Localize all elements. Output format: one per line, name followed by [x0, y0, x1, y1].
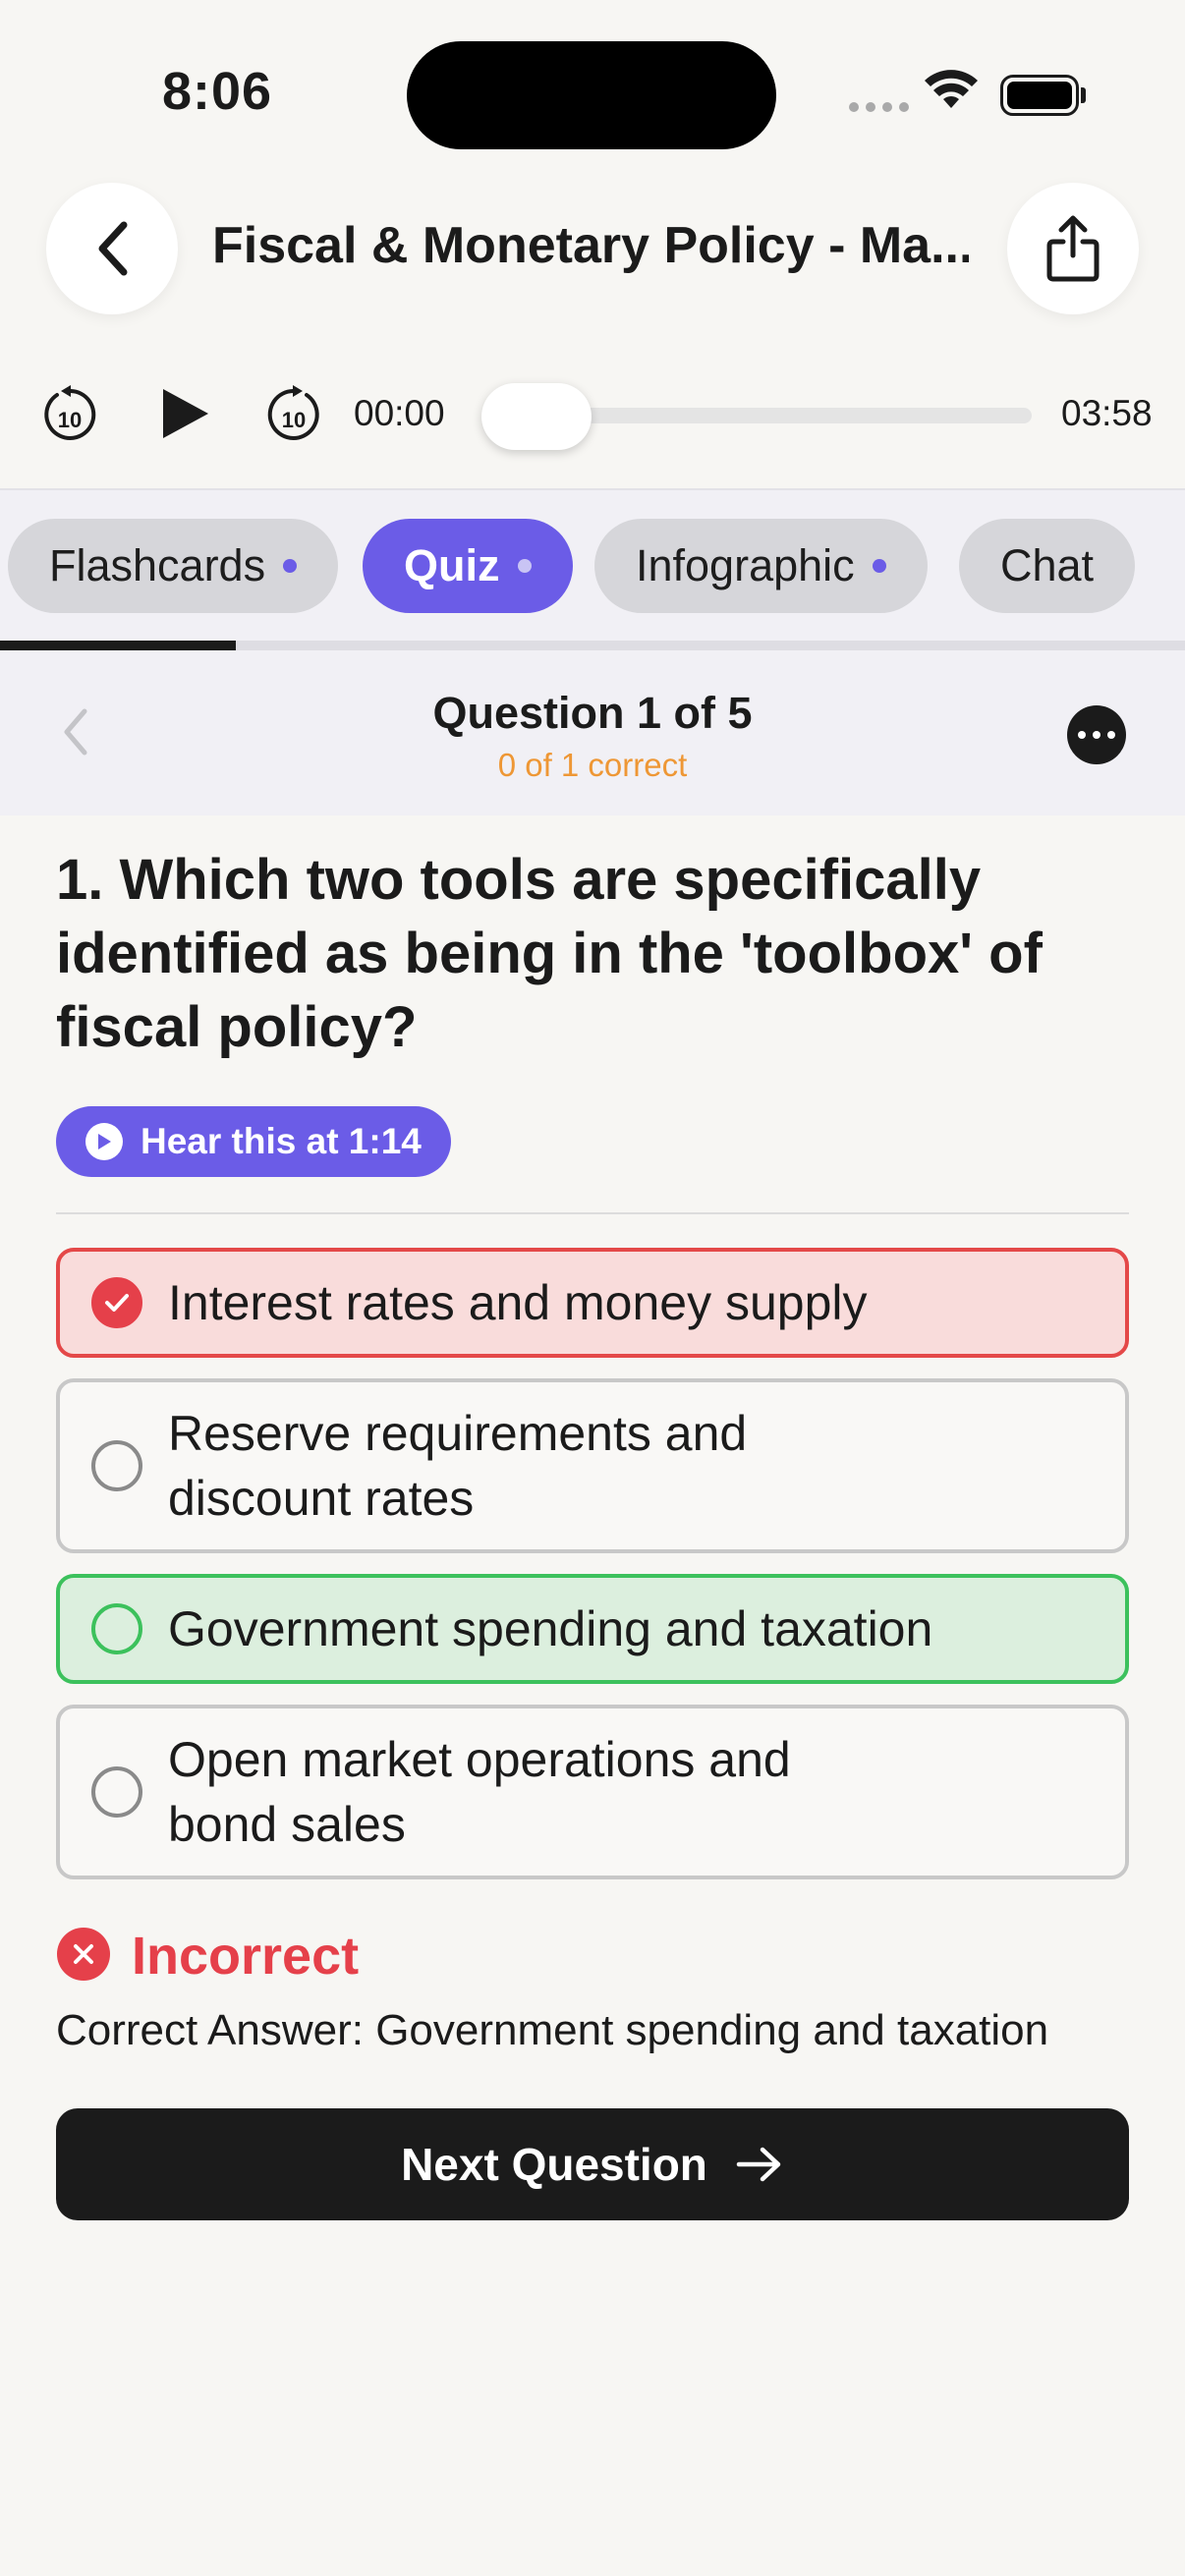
tab-chat[interactable]: Chat [959, 519, 1136, 613]
hear-this-button[interactable]: Hear this at 1:14 [56, 1106, 451, 1177]
dynamic-island [407, 41, 776, 149]
tab-label: Quiz [404, 540, 500, 590]
answer-label: Reserve requirements and discount rates [168, 1406, 748, 1526]
progress-thumb[interactable] [481, 383, 592, 450]
divider [56, 1212, 1129, 1214]
skip-back-10-icon[interactable]: 10 [41, 383, 98, 449]
question-text: 1. Which two tools are specifically iden… [56, 848, 1043, 1059]
new-dot-icon [283, 559, 298, 573]
duration: 03:58 [1061, 393, 1153, 433]
radio-icon [91, 1440, 142, 1491]
battery-icon [1000, 75, 1079, 116]
tab-scroll-indicator [0, 641, 236, 650]
svg-text:10: 10 [58, 408, 82, 432]
next-question-button[interactable]: Next Question [56, 2108, 1129, 2220]
tab-label: Infographic [636, 540, 855, 590]
cellular-signal-icon [849, 102, 909, 112]
next-question-label: Next Question [401, 2139, 707, 2190]
question-counter: Question 1 of 5 [432, 688, 753, 738]
tab-label: Chat [1000, 540, 1095, 590]
answer-option[interactable]: Open market operations and bond sales [56, 1705, 1129, 1879]
status-time: 8:06 [162, 62, 273, 121]
answer-option[interactable]: Government spending and taxation [56, 1574, 1129, 1684]
chevron-left-icon [98, 221, 128, 276]
page-title: Fiscal & Monetary Policy - Ma... [212, 217, 969, 274]
back-button[interactable] [46, 183, 178, 314]
tab-quiz[interactable]: Quiz [363, 519, 573, 613]
result-label: Incorrect [132, 1927, 360, 1986]
answer-option[interactable]: Interest rates and money supply [56, 1248, 1129, 1358]
tab-infographic[interactable]: Infographic [594, 519, 928, 613]
answer-label: Government spending and taxation [168, 1601, 933, 1656]
share-button[interactable] [1007, 183, 1139, 314]
new-dot-icon [872, 559, 886, 573]
answer-option[interactable]: Reserve requirements and discount rates [56, 1378, 1129, 1553]
new-dot-icon [517, 559, 532, 573]
incorrect-icon [57, 1928, 110, 1981]
answer-label: Interest rates and money supply [168, 1275, 868, 1330]
hear-this-label: Hear this at 1:14 [141, 1121, 422, 1161]
correct-answer-text: Correct Answer: Government spending and … [56, 2006, 1049, 2054]
score-text: 0 of 1 correct [497, 747, 688, 783]
checkmark-icon [91, 1277, 142, 1328]
radio-icon [91, 1766, 142, 1818]
battery-nub [1081, 87, 1086, 103]
arrow-right-icon [736, 2147, 781, 2182]
radio-icon [91, 1603, 142, 1654]
answer-label: Open market operations and bond sales [168, 1732, 791, 1852]
tab-flashcards[interactable]: Flashcards [8, 519, 339, 613]
play-circle-icon [85, 1123, 123, 1160]
play-icon[interactable] [157, 385, 212, 447]
skip-forward-10-icon[interactable]: 10 [265, 383, 322, 449]
current-time: 00:00 [354, 393, 445, 433]
more-options-button[interactable] [1067, 705, 1126, 764]
svg-text:10: 10 [282, 408, 306, 432]
tab-label: Flashcards [49, 540, 266, 590]
wifi-icon [924, 69, 979, 117]
share-icon [1046, 215, 1100, 282]
